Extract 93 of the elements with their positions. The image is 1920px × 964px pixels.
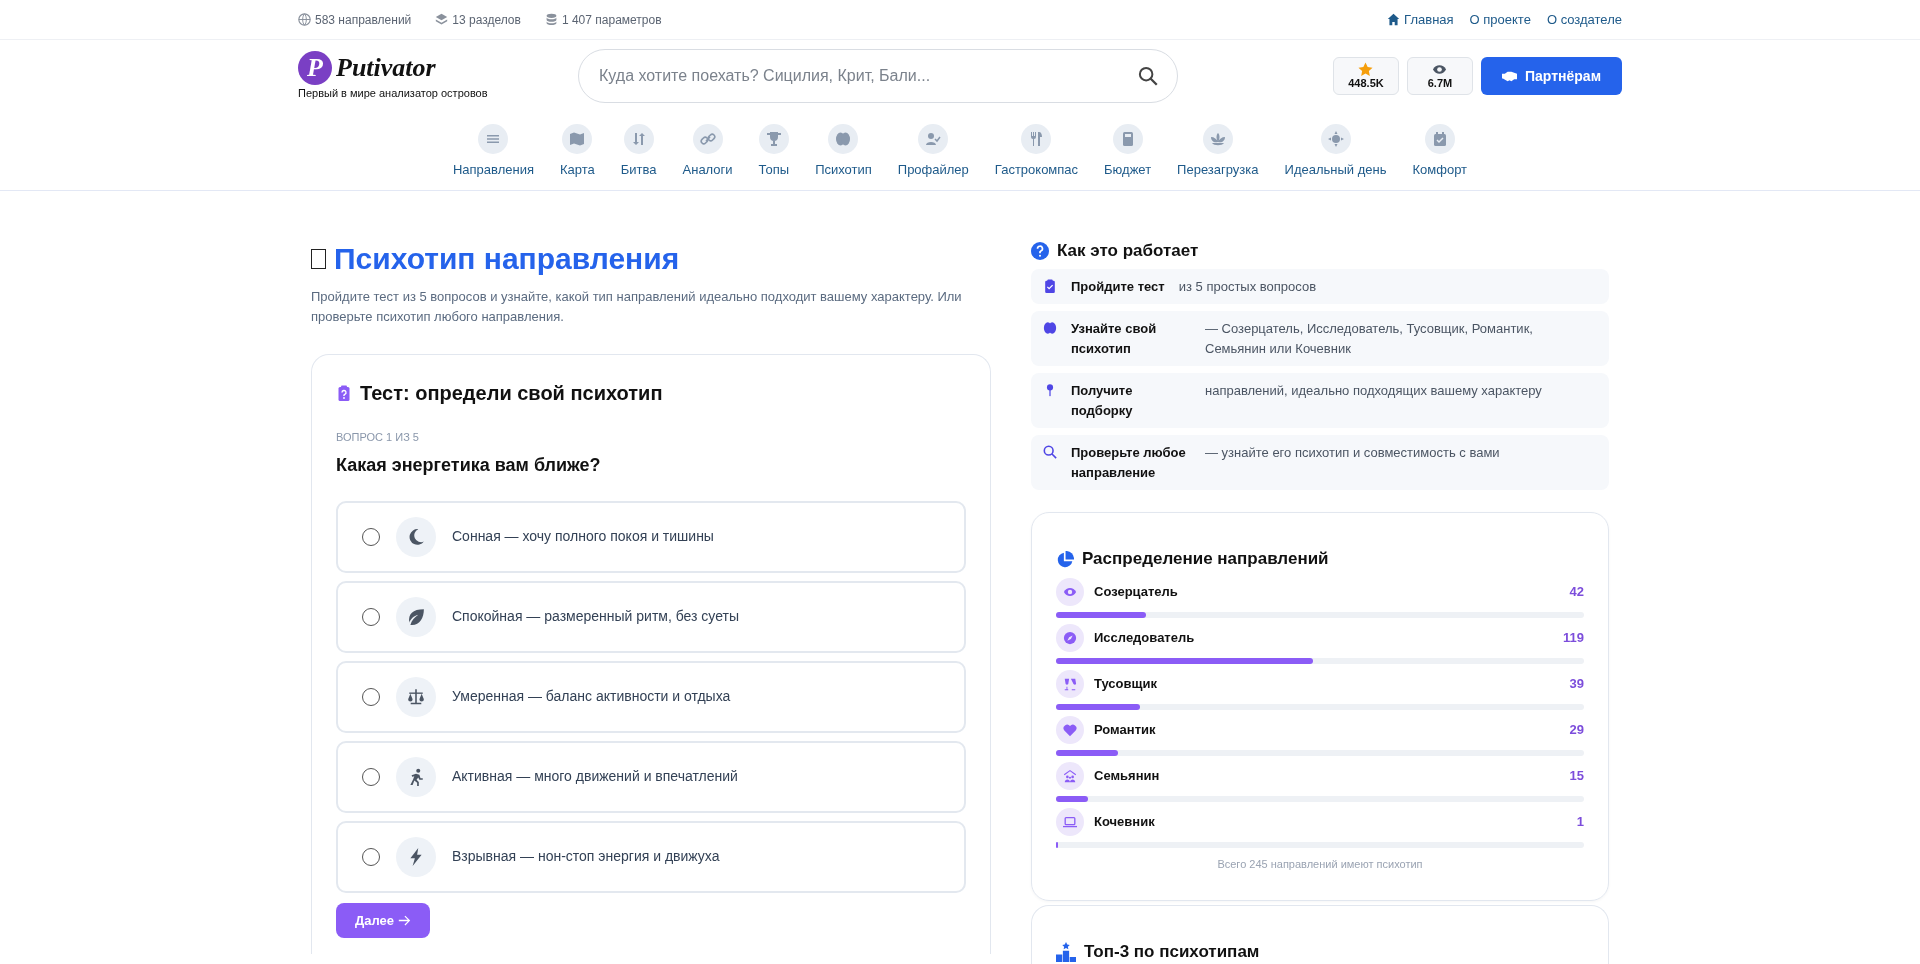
utensils-icon [1028,131,1045,147]
nav-link[interactable]: О создателе [1546,9,1622,30]
partners-button[interactable]: Партнёрам [1481,57,1622,95]
type-name: Созерцатель [1094,583,1178,602]
type-count: 39 [1569,675,1584,694]
type-name: Кочевник [1094,813,1155,832]
question-text: Какая энергетика вам ближе? [336,453,602,477]
nav-item[interactable]: Бюджет [1104,124,1152,180]
arrow-right-icon [398,913,412,927]
nav-item[interactable]: Психотип [815,124,872,180]
nav-item[interactable]: Гастрокомпас [994,124,1079,180]
nav-item[interactable]: Аналоги [682,124,733,180]
type-count: 15 [1569,767,1584,786]
answer-option[interactable]: Взрывная — нон-стоп энергия и движуха [336,820,966,893]
podium-icon [1056,942,1076,963]
pie-chart-icon [1056,550,1074,569]
logo-text: Putivator [336,54,436,81]
section-title: Топ-3 по психотипам [1084,942,1260,963]
quiz-title: Тест: определи свой психотип [360,381,663,406]
brain-icon [835,131,852,147]
map-icon [569,131,586,147]
step-title: Проверьте любое направление [1071,444,1187,482]
scales-icon [407,687,425,706]
nav-item[interactable]: Идеальный день [1284,124,1387,180]
step-title: Узнайте свой психотип [1071,320,1158,358]
step-text: из 5 простых вопросов [1178,277,1317,296]
nav-item[interactable]: Направления [452,124,534,180]
star-icon [1358,62,1374,78]
answer-option[interactable]: Активная — много движений и впечатлений [336,740,966,813]
question-counter: ВОПРОС 1 ИЗ 5 [336,430,420,446]
search-icon [1043,445,1057,460]
answer-option[interactable]: Спокойная — размеренный ритм, без суеты [336,580,966,653]
calendar-check-icon [1431,131,1448,147]
option-label: Сонная — хочу полного покоя и тишины [452,527,714,547]
type-count: 1 [1576,813,1584,832]
missing-glyph-icon [311,248,326,269]
option-label: Активная — много движений и впечатлений [452,767,738,787]
next-button[interactable]: Далее [336,902,431,939]
nav-link[interactable]: Главная [1387,9,1454,30]
option-label: Взрывная — нон-стоп энергия и движуха [452,847,720,867]
page-title: Психотип направления [334,240,680,277]
nav-link[interactable]: О проекте [1469,9,1531,30]
step-text: — Созерцатель, Исследователь, Тусовщик, Романтик, Семьянин или Кочевник [1205,320,1534,358]
heart-icon [1063,722,1077,737]
nav-item[interactable]: Карта [560,124,595,180]
type-name: Романтик [1094,721,1156,740]
nav-item[interactable]: Битва [620,124,657,180]
stat-label: 13 разделов [452,11,521,29]
stat-label: 1 407 параметров [561,11,662,29]
type-name: Семьянин [1094,767,1160,786]
type-count: 29 [1569,721,1584,740]
distribution-note: Всего 245 направлений имеют психотип [1216,856,1424,872]
search-icon [1138,66,1158,86]
nav-item[interactable]: Профайлер [897,124,969,180]
counter-value: 448.5K [1348,77,1384,90]
home-icon [1387,13,1401,26]
page-subtitle: Пройдите тест из 5 вопросов и узнайте, какой тип направлений идеально подходит вашему характеру. Или проверьте психотип любого направления. [311,287,963,327]
layers-icon [435,13,449,26]
link-icon [699,131,716,147]
step-title: Пройдите тест [1071,277,1165,296]
search-field[interactable]: Куда хотите поехать? Сицилия, Крит, Бали... [578,49,1178,103]
help-icon [1031,241,1049,260]
compass-icon [1063,630,1077,645]
clipboard-question-icon [336,383,352,404]
step-title: Получите подборку [1071,382,1134,420]
nav-item[interactable]: Перезагрузка [1177,124,1259,180]
step-text: направлений, идеально подходящих вашему характеру [1205,382,1542,401]
moon-icon [407,527,425,546]
answer-option[interactable]: Умеренная — баланс активности и отдыха [336,660,966,733]
laptop-icon [1063,814,1077,829]
step-text: — узнайте его психотип и совместимость с вами [1205,444,1500,463]
logo-mark: P [298,50,332,85]
option-label: Спокойная — размеренный ритм, без суеты [452,607,739,627]
nav-item[interactable]: Комфорт [1412,124,1468,180]
stat-label: 583 направлений [315,11,412,29]
clipboard-check-icon [1043,278,1057,293]
type-count: 119 [1563,629,1584,648]
database-icon [544,13,558,26]
leaf-icon [407,607,425,626]
counter-value: 6.7M [1427,77,1453,90]
brain-icon [1043,321,1057,336]
option-label: Умеренная — баланс активности и отдыха [452,687,731,707]
type-name: Исследователь [1094,629,1195,648]
type-name: Тусовщик [1094,675,1157,694]
section-title: Как это работает [1057,240,1199,261]
lotus-icon [1209,131,1226,147]
user-check-icon [925,131,942,147]
answer-option[interactable]: Сонная — хочу полного покоя и тишины [336,500,966,573]
trophy-icon [765,131,782,147]
section-title: Распределение направлений [1082,549,1329,570]
type-count: 42 [1569,583,1584,602]
tagline: Первый в мире анализатор островов [298,85,489,101]
globe-icon [298,13,311,26]
